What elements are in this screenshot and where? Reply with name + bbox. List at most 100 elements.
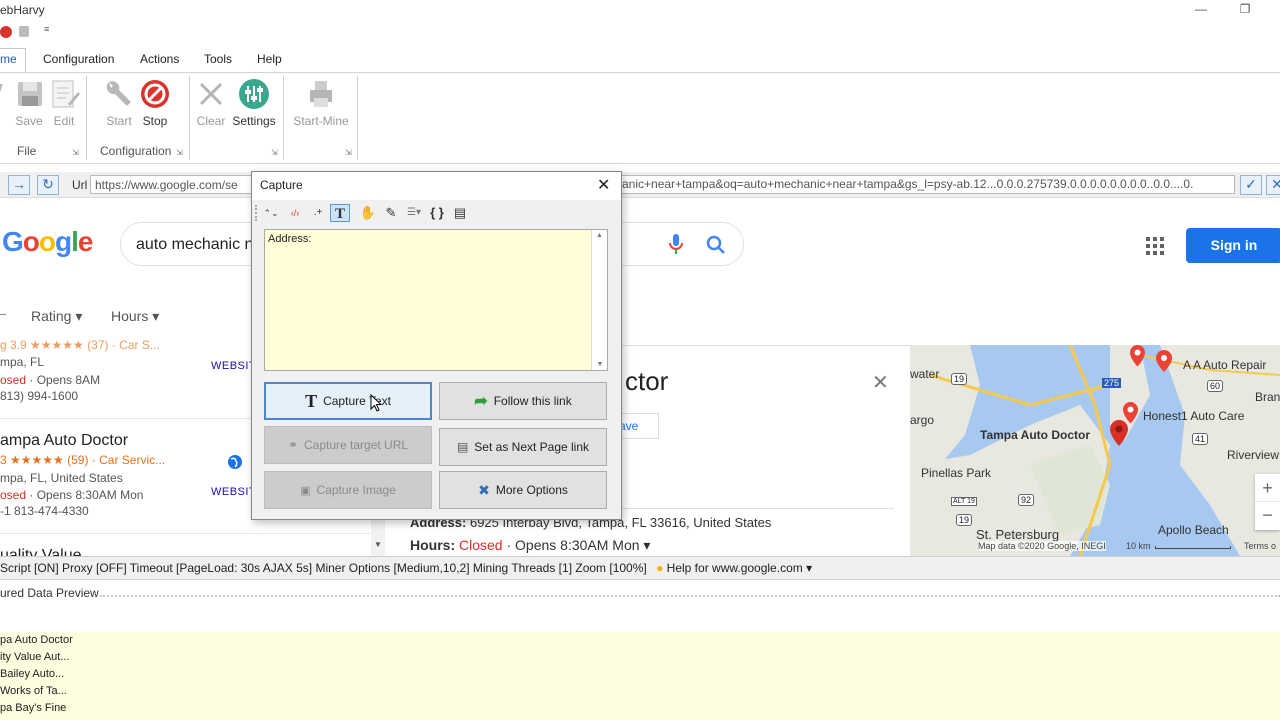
- tab-configuration[interactable]: Configuration: [43, 52, 114, 66]
- map-pin-icon[interactable]: [1123, 402, 1138, 427]
- detail-hours[interactable]: Hours: Closed · Opens 8:30AM Mon ▾: [410, 537, 650, 554]
- floppy-icon: [14, 78, 46, 110]
- google-search-input[interactable]: auto mechanic n: [136, 236, 253, 254]
- capture-dialog-close-icon[interactable]: ✕: [597, 175, 610, 195]
- rating-filter[interactable]: Rating ▾: [31, 308, 82, 325]
- format-dropdown-icon[interactable]: ☰▾: [403, 204, 425, 222]
- next-page-button[interactable]: ▤ Set as Next Page link: [439, 428, 607, 466]
- config-group-launcher-icon[interactable]: ⇲: [176, 148, 183, 157]
- zoom-in-button[interactable]: +: [1255, 474, 1280, 502]
- closed-text: osed: [0, 373, 27, 387]
- microphone-icon[interactable]: [669, 234, 683, 259]
- expand-collapse-icon[interactable]: ⌃⌄: [261, 204, 281, 222]
- file-group-launcher-icon[interactable]: ⇲: [72, 148, 79, 157]
- sign-in-button[interactable]: Sign in: [1186, 228, 1280, 263]
- opens-text: · Opens 8AM: [26, 373, 101, 387]
- mine-group-launcher-icon[interactable]: ⇲: [345, 148, 352, 157]
- minimize-button[interactable]: —: [1178, 2, 1224, 20]
- group-label-file: File: [17, 144, 37, 158]
- map-pin-icon[interactable]: [1130, 345, 1145, 370]
- globe-icon[interactable]: [227, 454, 243, 473]
- page-icon: ▤: [456, 440, 469, 454]
- next-page-label: Set as Next Page link: [474, 440, 590, 454]
- result-title[interactable]: ampa Auto Doctor: [0, 432, 128, 450]
- result-location: mpa, FL, United States: [0, 471, 123, 485]
- start-button[interactable]: Start: [102, 78, 136, 128]
- scroll-down-icon[interactable]: ▼: [374, 540, 382, 549]
- group-label-configuration: Configuration: [100, 144, 172, 158]
- road-shield: 19: [956, 514, 973, 526]
- preview-splitter[interactable]: [100, 595, 1280, 597]
- hand-icon[interactable]: ✋: [358, 204, 378, 222]
- follow-link-button[interactable]: ➦ Follow this link: [439, 382, 607, 420]
- capture-preview-scrollbar[interactable]: ▲ ▼: [591, 230, 607, 370]
- capture-url-button[interactable]: ⚭ Capture target URL: [264, 426, 432, 464]
- open-button[interactable]: n: [0, 78, 8, 128]
- save-button[interactable]: Save: [14, 78, 44, 128]
- scroll-up-icon[interactable]: ▲: [592, 232, 607, 239]
- detail-close-icon[interactable]: ✕: [872, 370, 889, 395]
- capture-text-button[interactable]: T Capture Text: [264, 382, 432, 420]
- lock-quick-icon[interactable]: [19, 26, 29, 37]
- preview-row[interactable]: ity Value Aut...: [0, 651, 70, 663]
- toolbar-grip: [255, 205, 257, 221]
- help-link[interactable]: Help for www.google.com ▾: [667, 561, 812, 575]
- preview-row[interactable]: pa Bay's Fine: [0, 702, 66, 714]
- html-source-icon[interactable]: ‹/›: [285, 204, 305, 222]
- zoom-out-button[interactable]: −: [1255, 502, 1280, 530]
- settings-button[interactable]: Settings: [231, 78, 277, 128]
- edit-button[interactable]: Edit: [48, 78, 80, 128]
- start-mine-button[interactable]: Start-Mine: [290, 78, 352, 128]
- map-label: Bran: [1255, 390, 1280, 404]
- road-shield: 60: [1207, 380, 1224, 392]
- map-terms-link[interactable]: Terms o: [1244, 541, 1276, 551]
- road-shield: ALT 19: [951, 497, 977, 506]
- tab-tools[interactable]: Tools: [204, 52, 232, 66]
- detail-title: ctor: [625, 366, 669, 396]
- forward-button[interactable]: ↻: [37, 175, 59, 195]
- capture-image-button[interactable]: ▣ Capture Image: [264, 471, 432, 509]
- road-shield: 275: [1102, 378, 1122, 388]
- pattern-icon[interactable]: .+: [308, 204, 328, 222]
- follow-link-label: Follow this link: [493, 394, 572, 408]
- tab-home[interactable]: me: [0, 52, 17, 66]
- hours-label: Hours:: [410, 537, 456, 553]
- url-label: Url: [72, 178, 88, 192]
- map-label: A A Auto Repair: [1183, 358, 1267, 372]
- closed-text: osed: [0, 488, 27, 502]
- result-divider: [0, 533, 370, 534]
- quick-access-dropdown[interactable]: ≡: [44, 24, 49, 34]
- website-link[interactable]: WEBSIT: [211, 486, 256, 498]
- clear-button[interactable]: Clear: [195, 78, 227, 128]
- go-button[interactable]: ✓: [1240, 175, 1262, 195]
- back-button[interactable]: →: [8, 175, 30, 195]
- tab-actions[interactable]: Actions: [140, 52, 179, 66]
- text-mode-icon[interactable]: T: [330, 204, 350, 222]
- map-label: argo: [910, 413, 935, 427]
- maximize-button[interactable]: ❐: [1222, 2, 1268, 20]
- apps-grid-icon[interactable]: [1146, 237, 1164, 255]
- braces-icon[interactable]: { }: [427, 204, 447, 222]
- preview-row[interactable]: Bailey Auto...: [0, 668, 64, 680]
- google-logo: Google: [2, 226, 93, 258]
- pencil-icon[interactable]: ✎: [381, 204, 401, 222]
- hours-filter[interactable]: Hours ▾: [111, 308, 159, 325]
- stop-button[interactable]: Stop: [138, 78, 172, 128]
- search-icon[interactable]: [706, 235, 726, 258]
- settings-group-launcher-icon[interactable]: ⇲: [271, 148, 278, 157]
- opens-text: · Opens 8:30AM Mon: [26, 488, 144, 502]
- preview-row[interactable]: Works of Ta...: [0, 685, 67, 697]
- map-pin-icon[interactable]: [1156, 350, 1172, 375]
- result-location: mpa, FL: [0, 355, 45, 369]
- website-link[interactable]: WEBSIT: [211, 360, 256, 372]
- map-scale: 10 km: [1126, 541, 1151, 551]
- scroll-down-icon[interactable]: ▼: [592, 361, 608, 368]
- close-url-button[interactable]: ✕: [1266, 175, 1280, 195]
- more-options-button[interactable]: ✖ More Options: [439, 471, 607, 509]
- preview-row[interactable]: pa Auto Doctor: [0, 634, 73, 646]
- window-icon[interactable]: ▤: [450, 204, 470, 222]
- tab-help[interactable]: Help: [257, 52, 282, 66]
- capture-preview-textarea[interactable]: Address:: [264, 229, 608, 371]
- more-options-label: More Options: [495, 483, 568, 497]
- stop-quick-icon[interactable]: [0, 26, 12, 38]
